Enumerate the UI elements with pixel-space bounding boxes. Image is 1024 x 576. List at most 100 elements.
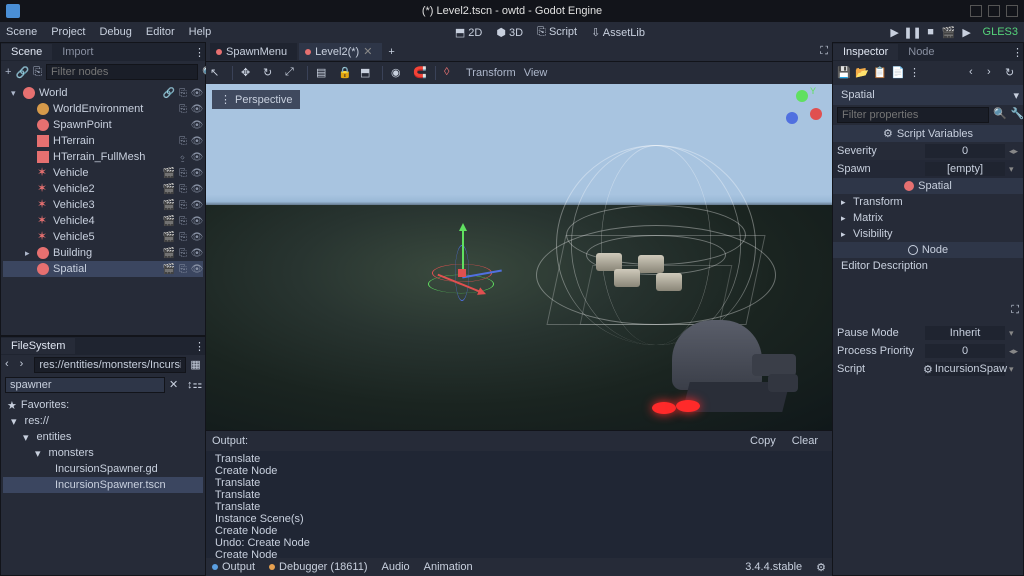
camera-icon[interactable]: ◊: [444, 66, 458, 80]
bottom-tab-output[interactable]: Output: [212, 561, 255, 573]
node-option-icon[interactable]: 👁: [191, 135, 203, 147]
node-option-icon[interactable]: ⎘: [177, 247, 189, 259]
node-option-icon[interactable]: 🎬: [163, 199, 175, 211]
tools-icon[interactable]: 🔧: [1011, 107, 1024, 123]
3d-viewport[interactable]: ⋮Perspective Y: [206, 84, 832, 430]
output-copy-button[interactable]: Copy: [742, 433, 784, 449]
history-back-icon[interactable]: ‹: [969, 66, 983, 80]
menu-debug[interactable]: Debug: [99, 26, 131, 38]
prop-spawn[interactable]: Spawn [empty] ▾: [833, 160, 1023, 178]
search-icon[interactable]: 🔍: [993, 107, 1007, 123]
bottom-tab-debugger[interactable]: Debugger (18611): [269, 561, 367, 573]
tree-node-vehicle4[interactable]: Vehicle4🎬⎘👁: [3, 213, 203, 229]
tab-import[interactable]: Import: [52, 44, 103, 60]
workspace-script[interactable]: ⎘ Script: [537, 26, 577, 39]
tab-node[interactable]: Node: [898, 44, 944, 60]
play-icon[interactable]: ▶: [889, 26, 901, 38]
fs-grid-icon[interactable]: ▦: [190, 358, 201, 372]
editor-description[interactable]: Editor Description: [833, 258, 1023, 274]
distraction-free-icon[interactable]: ⛶: [820, 45, 828, 58]
stop-icon[interactable]: ■: [925, 26, 937, 38]
dropdown-icon[interactable]: ▾: [1013, 89, 1019, 102]
node-option-icon[interactable]: 🎬: [163, 263, 175, 275]
prop-script[interactable]: Script ⚙IncursionSpaw ▾: [833, 360, 1023, 378]
prop-process-priority[interactable]: Process Priority 0 ◂▸: [833, 342, 1023, 360]
pause-icon[interactable]: ❚❚: [907, 26, 919, 38]
workspace-2d[interactable]: ⬒ 2D: [455, 26, 483, 39]
section-node[interactable]: Node: [833, 242, 1023, 258]
menu-help[interactable]: Help: [189, 26, 212, 38]
tree-node-building[interactable]: ▸Building🎬⎘👁: [3, 245, 203, 261]
window-max-icon[interactable]: [988, 5, 1000, 17]
node-option-icon[interactable]: 🎬: [163, 183, 175, 195]
prop-pause-mode[interactable]: Pause Mode Inherit ▾: [833, 324, 1023, 342]
node-option-icon[interactable]: ⎘: [177, 183, 189, 195]
rotate-mode-icon[interactable]: ↻: [263, 66, 277, 80]
local-space-icon[interactable]: ◉: [391, 66, 405, 80]
section-script-variables[interactable]: ⚙Script Variables: [833, 125, 1023, 142]
select-mode-icon[interactable]: ↖: [210, 66, 224, 80]
tab-filesystem[interactable]: FileSystem: [1, 338, 75, 354]
section-spatial[interactable]: Spatial: [833, 178, 1023, 194]
node-option-icon[interactable]: ⎘: [177, 87, 189, 99]
lock-icon[interactable]: 🔒: [338, 66, 352, 80]
cat-matrix[interactable]: ▸Matrix: [833, 210, 1023, 226]
cat-visibility[interactable]: ▸Visibility: [833, 226, 1023, 242]
add-scene-tab-icon[interactable]: +: [388, 46, 394, 58]
insp-paste-icon[interactable]: 📄: [891, 66, 905, 80]
history-fwd-icon[interactable]: ›: [987, 66, 1001, 80]
move-mode-icon[interactable]: ✥: [241, 66, 255, 80]
window-close-icon[interactable]: [1006, 5, 1018, 17]
node-option-icon[interactable]: 👁: [191, 87, 203, 99]
nav-fwd-icon[interactable]: ›: [20, 358, 31, 372]
node-option-icon[interactable]: 🎬: [163, 167, 175, 179]
node-option-icon[interactable]: 🔗: [163, 87, 175, 99]
menu-editor[interactable]: Editor: [146, 26, 175, 38]
node-option-icon[interactable]: 🎬: [163, 247, 175, 259]
tree-node-vehicle2[interactable]: Vehicle2🎬⎘👁: [3, 181, 203, 197]
manage-templates-icon[interactable]: ⚙: [816, 561, 826, 574]
scene-tab-spawnmenu[interactable]: SpawnMenu: [210, 43, 297, 60]
insp-copy-icon[interactable]: 📋: [873, 66, 887, 80]
workspace-3d[interactable]: ⬢ 3D: [496, 26, 523, 39]
view-menu[interactable]: View: [524, 67, 548, 79]
tree-node-vehicle[interactable]: Vehicle🎬⎘👁: [3, 165, 203, 181]
menu-project[interactable]: Project: [51, 26, 85, 38]
expand-desc-icon[interactable]: ⛶: [1011, 304, 1019, 317]
group-icon[interactable]: ⬒: [360, 66, 374, 80]
inspector-settings-icon[interactable]: ⋮: [1012, 46, 1023, 59]
tree-node-spatial[interactable]: Spatial🎬⎘👁: [3, 261, 203, 277]
insp-save-icon[interactable]: 💾: [837, 66, 851, 80]
fs-split-icon[interactable]: ⋮: [194, 340, 205, 353]
node-option-icon[interactable]: 👁: [191, 151, 203, 163]
transform-menu[interactable]: Transform: [466, 67, 516, 79]
axis-gizmo[interactable]: Y: [780, 90, 824, 134]
snap-icon[interactable]: 🧲: [413, 66, 427, 80]
tree-node-hterrain[interactable]: HTerrain⎘👁: [3, 133, 203, 149]
node-option-icon[interactable]: 👁: [191, 231, 203, 243]
node-option-icon[interactable]: 🎬: [163, 215, 175, 227]
play-custom-icon[interactable]: ▶: [961, 26, 973, 38]
menu-scene[interactable]: Scene: [6, 26, 37, 38]
scale-mode-icon[interactable]: ⤢: [285, 66, 299, 80]
filter-properties-input[interactable]: [837, 107, 989, 123]
node-option-icon[interactable]: 👁: [191, 183, 203, 195]
node-option-icon[interactable]: 👁: [191, 263, 203, 275]
fs-path-input[interactable]: [34, 357, 186, 373]
tree-node-worldenvironment[interactable]: WorldEnvironment⎘👁: [3, 101, 203, 117]
close-tab-icon[interactable]: ✕: [363, 45, 372, 58]
node-option-icon[interactable]: ⎘: [177, 263, 189, 275]
attach-script-icon[interactable]: ⎘: [33, 64, 42, 80]
window-min-icon[interactable]: [970, 5, 982, 17]
fs-item-incursionspawner-gd[interactable]: IncursionSpawner.gd: [3, 461, 203, 477]
tree-node-hterrain_fullmesh[interactable]: HTerrain_FullMesh⍚👁: [3, 149, 203, 165]
node-option-icon[interactable]: 👁: [191, 119, 203, 131]
axis-y-icon[interactable]: [796, 90, 808, 102]
fs-sort-icon[interactable]: ↕⚏: [187, 378, 201, 392]
tree-node-world[interactable]: ▾World🔗⎘👁: [3, 85, 203, 101]
tree-node-spawnpoint[interactable]: SpawnPoint👁: [3, 117, 203, 133]
node-option-icon[interactable]: ⎘: [177, 215, 189, 227]
dock-settings-icon[interactable]: ⋮: [194, 46, 205, 59]
node-option-icon[interactable]: ⎘: [177, 135, 189, 147]
tree-node-vehicle5[interactable]: Vehicle5🎬⎘👁: [3, 229, 203, 245]
